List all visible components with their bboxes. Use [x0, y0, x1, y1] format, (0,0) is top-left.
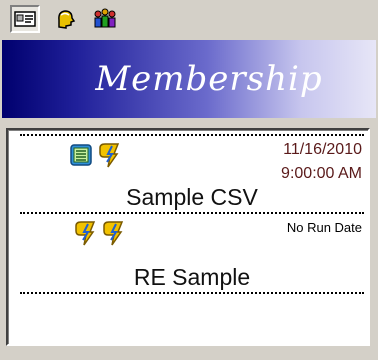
list-document-icon	[70, 144, 92, 166]
list-item[interactable]: 11/16/2010 9:00:00 AM Sample CSV	[20, 134, 364, 214]
id-card-icon	[14, 11, 36, 27]
lightning-icon	[75, 221, 96, 246]
person-head-icon	[58, 10, 76, 29]
item-name: RE Sample	[133, 264, 251, 290]
membership-header: Membership	[2, 40, 376, 118]
item-run-date: No Run Date	[286, 220, 362, 235]
record-view-button[interactable]	[10, 5, 40, 33]
item-run-date: 11/16/2010 9:00:00 AM	[281, 138, 362, 186]
item-name: Sample CSV	[126, 184, 258, 210]
item-icons	[72, 220, 126, 246]
run-date: 11/16/2010	[283, 141, 362, 158]
toolbar	[2, 2, 374, 36]
lightning-icon	[99, 143, 120, 168]
single-member-button[interactable]	[50, 5, 80, 33]
membership-window: Membership 11/16/2010 9:00:00 AM Sample …	[0, 0, 378, 360]
run-time: 9:00:00 AM	[281, 165, 362, 182]
lightning-icon	[103, 221, 124, 246]
group-members-button[interactable]	[90, 5, 120, 33]
list-item[interactable]: No Run Date RE Sample	[20, 214, 364, 294]
group-people-icon	[94, 8, 116, 28]
member-list-panel: 11/16/2010 9:00:00 AM Sample CSV No Run …	[6, 128, 370, 346]
item-icons	[68, 142, 122, 168]
header-title: Membership	[95, 59, 323, 99]
